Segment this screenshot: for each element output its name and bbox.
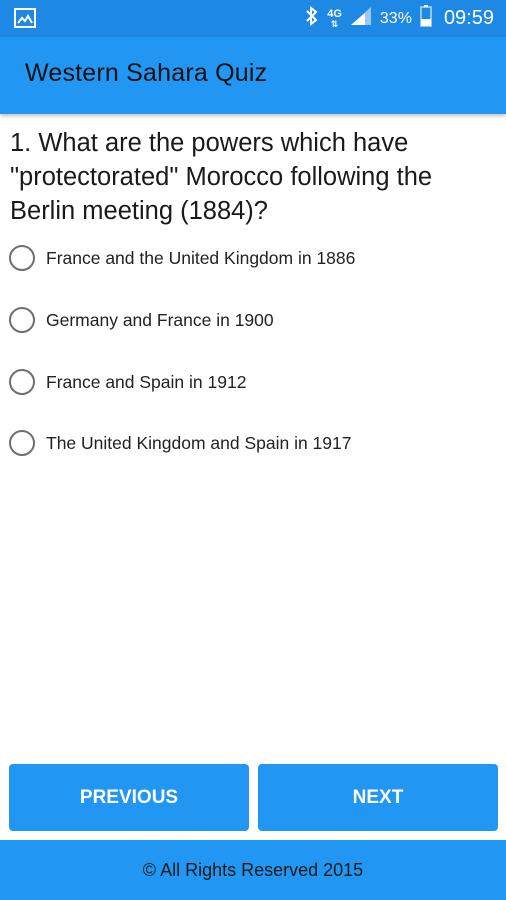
status-bar: 4G ⇅ 33% 09:59 xyxy=(0,0,506,37)
option-2[interactable]: Germany and France in 1900 xyxy=(9,305,489,335)
option-label: Germany and France in 1900 xyxy=(46,309,274,330)
status-icons: 4G ⇅ 33% 09:59 xyxy=(305,0,494,37)
option-label: The United Kingdom and Spain in 1917 xyxy=(46,432,352,453)
network-type: 4G xyxy=(327,7,342,20)
previous-button[interactable]: PREVIOUS xyxy=(9,764,249,831)
option-label: France and Spain in 1912 xyxy=(46,371,247,392)
battery-icon xyxy=(420,5,432,32)
question-text: 1. What are the powers which have "prote… xyxy=(10,129,433,225)
gallery-icon xyxy=(14,8,36,33)
signal-icon xyxy=(350,6,372,31)
app-bar: Western Sahara Quiz xyxy=(0,37,506,114)
option-4[interactable]: The United Kingdom and Spain in 1917 xyxy=(9,428,489,458)
radio-button-icon[interactable] xyxy=(9,307,35,333)
app-title: Western Sahara Quiz xyxy=(25,59,268,87)
network-arrows-icon: 4G ⇅ xyxy=(327,7,342,29)
option-label: France and the United Kingdom in 1886 xyxy=(46,247,356,268)
quiz-screen: 4G ⇅ 33% 09:59 Western Sahara Quiz 1. Wh… xyxy=(0,0,506,900)
clock-time: 09:59 xyxy=(443,7,494,29)
option-3[interactable]: France and Spain in 1912 xyxy=(9,367,489,397)
bluetooth-icon xyxy=(305,5,319,31)
radio-button-icon[interactable] xyxy=(9,245,35,271)
battery-percent: 33% xyxy=(379,9,412,27)
footer: © All Rights Reserved 2015 xyxy=(0,840,506,900)
copyright-text: © All Rights Reserved 2015 xyxy=(142,859,364,880)
next-button[interactable]: NEXT xyxy=(258,764,498,831)
radio-button-icon[interactable] xyxy=(9,369,35,395)
option-1[interactable]: France and the United Kingdom in 1886 xyxy=(9,243,489,273)
radio-button-icon[interactable] xyxy=(9,430,35,456)
